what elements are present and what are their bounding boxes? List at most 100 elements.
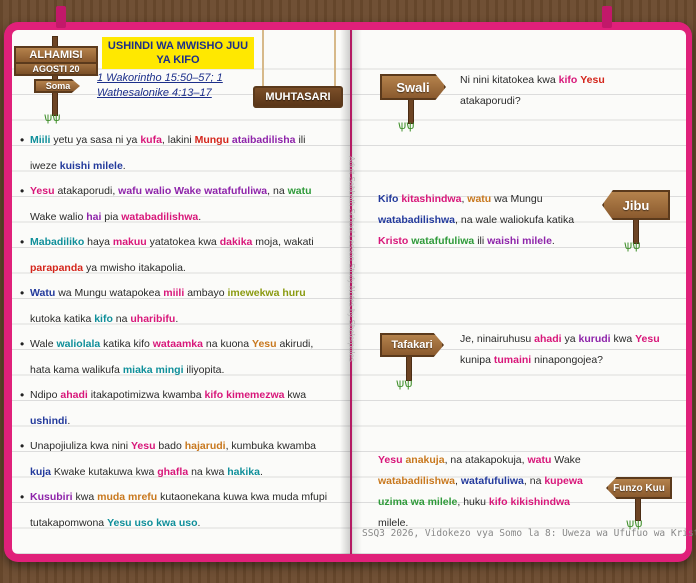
text-segment: Je, ninairuhusu [460, 333, 535, 345]
grass-icon: ѱѱ [398, 118, 415, 132]
highlighted-word: Yesu [130, 440, 156, 452]
text-segment: , na [523, 475, 545, 487]
reflection-text: Je, ninairuhusu ahadi ya kurudi kwa Yesu… [460, 329, 685, 371]
scripture-link[interactable]: 1 Wakorintho 15:50–57; 1 [97, 71, 257, 86]
answer-text: Kifo kitashindwa, watu wa Mungu watabadil… [378, 189, 603, 252]
highlighted-word: Kusubiri [30, 491, 73, 503]
highlighted-word: Mungu [194, 134, 229, 146]
text-segment: Unapojiuliza kwa nini [30, 440, 131, 452]
text-segment: , na [267, 185, 288, 197]
text-segment: . [122, 159, 126, 172]
highlighted-word: watafufuliwa [460, 475, 524, 487]
text-line: Miili yetu ya sasa ni ya kufa, lakini Mu… [30, 128, 340, 154]
scripture-link[interactable]: Wathesalonike 4:13–17 [97, 86, 257, 101]
text-segment: kwa [72, 491, 98, 503]
text-segment: , kumbuka kwamba [225, 440, 317, 452]
highlighted-word: watu [287, 185, 312, 197]
text-line: watabadilishwa, na wale waliokufa katika [378, 210, 603, 231]
text-line: Yesu anakuja, na atakapokuja, watu Wake [378, 450, 613, 471]
highlighted-word: Kristo [378, 235, 409, 247]
highlighted-word: kifo [488, 496, 508, 508]
text-segment: kwa [610, 333, 636, 345]
text-segment: kutoka katika [30, 312, 95, 325]
text-segment: Wake [551, 454, 581, 466]
highlighted-word: kikishindwa [510, 496, 571, 508]
text-segment: , huku [457, 496, 489, 508]
highlighted-word: kifo [558, 74, 578, 86]
grass-icon: ѱѱ [624, 238, 641, 252]
text-segment: , lakini [161, 134, 195, 146]
highlighted-word: ahadi [60, 389, 88, 401]
highlighted-word: watu [467, 193, 492, 205]
text-line: Kifo kitashindwa, watu wa Mungu [378, 189, 603, 210]
scripture-references[interactable]: 1 Wakorintho 15:50–57; 1 Wathesalonike 4… [97, 71, 257, 101]
text-segment: wa Mungu [491, 193, 543, 205]
text-segment: na kuona [202, 338, 253, 350]
text-segment: atakaporudi? [460, 95, 521, 107]
grass-icon: ѱѱ [626, 516, 643, 530]
text-segment: atakaporudi, [54, 185, 119, 197]
text-segment: wa Mungu watapokea [55, 287, 164, 299]
text-segment: ambayo [184, 287, 228, 299]
text-line: Je, ninairuhusu ahadi ya kurudi kwa Yesu [460, 329, 685, 350]
highlighted-word: Yesu [252, 338, 277, 350]
highlighted-word: kupewa [544, 475, 583, 487]
highlighted-word: waishi milele [487, 235, 552, 247]
highlighted-word: muda mrefu [97, 491, 158, 503]
text-line: parapanda ya mwisho itakapolia. [30, 256, 340, 282]
text-line: kuja Kwake kutakuwa kwa ghafla na kwa ha… [30, 460, 340, 486]
text-segment: yatatokea kwa [146, 236, 220, 248]
highlighted-word: miili [163, 287, 185, 299]
highlighted-word: hakika [227, 465, 260, 478]
bullet-item: Ndipo ahadi itakapotimizwa kwamba kifo k… [20, 383, 340, 434]
text-segment: ya [561, 333, 579, 345]
highlighted-word: watabadilishwa [378, 214, 456, 226]
highlighted-word: anakuja [405, 454, 445, 466]
text-segment: . [175, 312, 179, 325]
text-segment: . [259, 465, 263, 478]
text-line: Wale waliolala katika kifo wataamka na k… [30, 332, 340, 358]
highlighted-word: watafufuliwa [411, 235, 475, 247]
text-segment: Wale [30, 338, 57, 350]
bookmark-ribbon [56, 6, 66, 28]
highlighted-word: Yesu [30, 185, 55, 197]
text-segment: kwa [284, 389, 307, 401]
bookmark-ribbon [602, 6, 612, 28]
hanging-rope [262, 30, 264, 88]
text-segment: , na wale waliokufa katika [455, 214, 575, 226]
lesson-title: USHINDI WA MWISHO JUU YA KIFO [102, 37, 254, 69]
key-lesson-text: Yesu anakuja, na atakapokuja, watu Wake w… [378, 450, 613, 534]
highlighted-word: kufa [140, 134, 162, 146]
text-line: Kusubiri kwa muda mrefu kutaonekana kuwa… [30, 485, 340, 511]
vertical-credit: Adult Sabbath School Lesson Study Notes … [347, 156, 356, 362]
title-line: USHINDI WA MWISHO JUU [107, 40, 249, 52]
text-segment: bado [155, 440, 185, 452]
bullet-item: Unapojiuliza kwa nini Yesu bado hajarudi… [20, 434, 340, 485]
highlighted-word: hai [86, 210, 102, 223]
title-line: YA KIFO [156, 54, 200, 66]
text-line: tutakapomwona Yesu uso kwa uso. [30, 511, 340, 537]
summary-bullets: Miili yetu ya sasa ni ya kufa, lakini Mu… [20, 128, 340, 536]
highlighted-word: Kifo [378, 193, 399, 205]
text-line: ushindi. [30, 409, 340, 435]
highlighted-word: Miili [30, 134, 51, 146]
text-segment: . [197, 516, 201, 529]
bullet-item: Wale waliolala katika kifo wataamka na k… [20, 332, 340, 383]
text-line: iweze kuishi milele. [30, 154, 340, 180]
text-segment: Wake walio [30, 210, 87, 223]
highlighted-word: tumaini [493, 354, 532, 366]
bullet-item: Kusubiri kwa muda mrefu kutaonekana kuwa… [20, 485, 340, 536]
text-segment: ili [474, 235, 488, 247]
text-line: hata kama walikufa miaka mingi iliyopita… [30, 358, 340, 384]
text-segment: pia [101, 210, 122, 223]
key-lesson-sign: Funzo Kuu [606, 477, 672, 499]
highlighted-word: kifo kimemezwa [204, 389, 285, 401]
question-sign: Swali [380, 74, 446, 100]
highlighted-word: uzima wa milele [378, 496, 458, 508]
bullet-item: Watu wa Mungu watapokea miili ambayo ime… [20, 281, 340, 332]
highlighted-word: Watu [30, 287, 56, 299]
highlighted-word: uharibifu [130, 312, 176, 325]
text-line: watabadilishwa, watafufuliwa, na kupewa [378, 471, 613, 492]
text-segment: itakapotimizwa kwamba [87, 389, 205, 401]
text-line: Unapojiuliza kwa nini Yesu bado hajarudi… [30, 434, 340, 460]
